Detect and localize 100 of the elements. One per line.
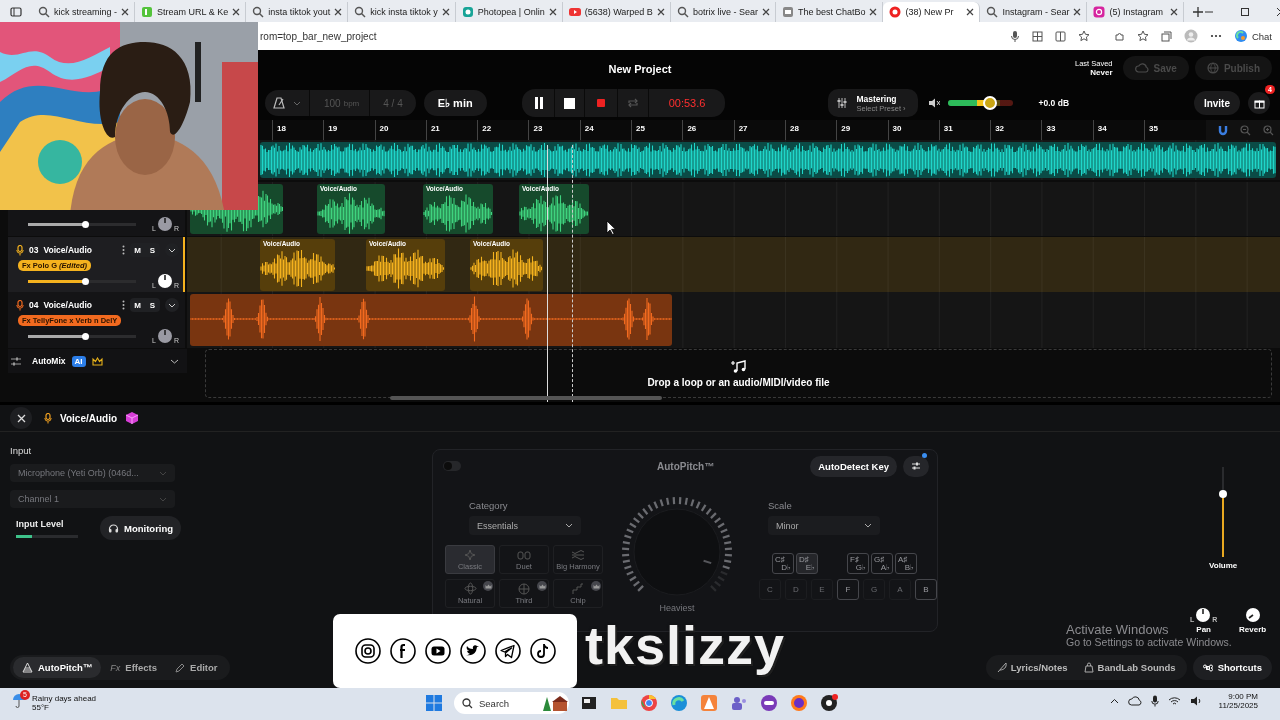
track-name[interactable]: Voice/Audio	[43, 245, 92, 255]
close-button[interactable]	[10, 407, 32, 429]
speaker-icon[interactable]	[927, 98, 940, 108]
music-note-icon	[730, 359, 747, 374]
bar-number: 20	[379, 124, 389, 133]
audio-clip[interactable]	[190, 294, 672, 346]
browser-icon[interactable]	[639, 693, 659, 713]
date: 11/25/2025	[1218, 701, 1258, 710]
settings-icon	[911, 462, 921, 470]
solo-button[interactable]: S	[145, 243, 160, 257]
camera-icon	[354, 638, 381, 664]
clock[interactable]: 9:00 PM 11/25/2025	[1218, 692, 1258, 710]
chat-bubble-icon[interactable]	[759, 693, 779, 713]
solo-button[interactable]: S	[145, 298, 160, 312]
record-icon[interactable]	[819, 693, 839, 713]
chevron-up-icon[interactable]	[1109, 698, 1119, 704]
search-field[interactable]: Search	[454, 692, 569, 714]
close-icon[interactable]	[1170, 8, 1179, 16]
close-icon[interactable]	[121, 8, 129, 16]
invite-button[interactable]: Invite	[1193, 91, 1240, 115]
activation-title: Activate Windows	[1066, 622, 1169, 637]
reverb-knob[interactable]	[1244, 607, 1261, 623]
bar-number: 27	[738, 124, 748, 133]
tab-actions-icon[interactable]	[10, 6, 22, 18]
close-icon[interactable]	[761, 8, 770, 16]
expand-button[interactable]	[165, 298, 179, 312]
volume-slider[interactable]	[947, 98, 1013, 108]
globe-icon	[518, 582, 530, 595]
star-icon[interactable]	[1077, 30, 1090, 42]
pan-knob[interactable]	[156, 328, 173, 344]
address-field[interactable]: rom=top_bar_new_project	[260, 30, 998, 42]
close-icon[interactable]	[869, 8, 878, 16]
gift-button[interactable]	[1248, 92, 1270, 114]
pan-knob[interactable]	[156, 273, 173, 289]
start-icon[interactable]	[424, 693, 444, 713]
collections-icon[interactable]	[1160, 30, 1172, 42]
bar-number: 23	[533, 124, 543, 133]
close-icon[interactable]	[232, 8, 241, 16]
reverb-label: Reverb	[1239, 625, 1267, 634]
pan-knob[interactable]	[156, 216, 173, 232]
mute-button[interactable]: M	[130, 298, 145, 312]
grid-icon[interactable]	[1031, 30, 1043, 42]
magnet-icon[interactable]	[1218, 124, 1228, 136]
plus-icon[interactable]	[1192, 6, 1205, 18]
sliders-icon	[10, 356, 22, 366]
star-icon[interactable]	[1136, 30, 1149, 42]
pan-knob[interactable]	[1195, 607, 1212, 623]
input-level-label: Input Level	[16, 518, 65, 529]
close-icon[interactable]	[548, 8, 557, 16]
ai-badge: AI	[71, 355, 86, 367]
close-icon[interactable]	[441, 8, 450, 16]
zoom-in-icon[interactable]	[1263, 124, 1274, 136]
metronome-icon[interactable]	[273, 97, 285, 109]
mic-icon[interactable]	[1009, 30, 1020, 42]
browser-tab[interactable]: (38) New Pr	[883, 2, 981, 22]
camera-icon	[1093, 6, 1106, 18]
scrollbar[interactable]	[390, 396, 662, 400]
volume-slider[interactable]	[28, 334, 137, 338]
pause-icon[interactable]	[533, 97, 544, 109]
swirl-icon[interactable]	[669, 693, 689, 713]
mic-icon	[16, 299, 24, 311]
section-label: Input	[10, 445, 33, 456]
time-display: 00:53.6	[647, 89, 726, 117]
search-icon	[986, 6, 999, 18]
atom-icon	[463, 582, 477, 595]
stop-icon[interactable]	[563, 97, 575, 109]
zoom-out-icon[interactable]	[1240, 124, 1251, 136]
fox-icon[interactable]	[789, 693, 809, 713]
volume-slider[interactable]	[28, 279, 137, 283]
caret-icon[interactable]	[293, 100, 301, 106]
chat-button[interactable]: Chat	[1233, 29, 1272, 43]
kebab-menu-icon[interactable]	[122, 300, 125, 310]
mic-icon[interactable]	[1150, 695, 1159, 707]
close-icon[interactable]	[656, 8, 665, 16]
maximize-icon[interactable]	[1240, 7, 1251, 17]
close-icon[interactable]	[966, 8, 975, 16]
close-icon[interactable]	[1073, 8, 1082, 16]
settings-button[interactable]	[903, 455, 929, 477]
status-dot	[922, 452, 927, 458]
audio-clip[interactable]	[260, 142, 1276, 178]
command-icon	[1202, 662, 1213, 673]
track-name[interactable]: Voice/Audio	[43, 300, 92, 310]
scale-label: Scale	[768, 500, 792, 511]
speaker-icon[interactable]	[1189, 696, 1202, 706]
more-icon[interactable]	[1209, 34, 1222, 38]
mute-button[interactable]: M	[130, 243, 145, 257]
search-icon	[462, 697, 473, 709]
split-screen-icon[interactable]	[1054, 30, 1066, 42]
weather-title[interactable]: Rainy days ahead	[32, 694, 97, 703]
cloud-icon[interactable]	[1127, 696, 1142, 706]
pencil-icon	[175, 662, 186, 673]
expand-button[interactable]	[170, 358, 179, 364]
volume-slider[interactable]	[28, 222, 137, 226]
headphones-icon	[108, 523, 119, 533]
steps-icon	[572, 582, 584, 595]
search-icon	[354, 6, 367, 18]
wifi-icon[interactable]	[1167, 696, 1181, 706]
close-icon[interactable]	[334, 8, 343, 16]
kebab-menu-icon[interactable]	[122, 245, 125, 255]
automix-label: AutoMix	[32, 356, 66, 366]
